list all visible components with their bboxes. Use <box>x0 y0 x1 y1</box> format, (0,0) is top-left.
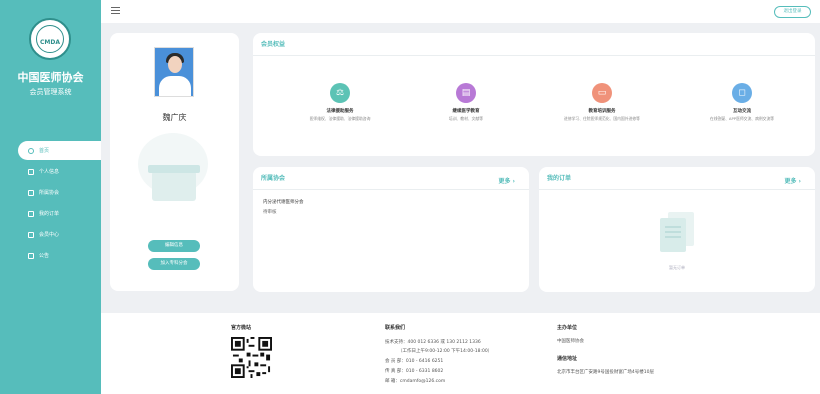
member-benefits-card: 会员权益 ⚖ 法律援助服务医师维权、法律援助、法律援助咨询 ▤ 继续医学教育 培训、教材… <box>253 33 815 156</box>
association-status: 待审核 <box>263 210 277 215</box>
benefit-description: 医师维权、法律援助、法律援助咨询 <box>309 116 371 121</box>
orders-title: 我的订单 <box>547 175 572 182</box>
association-more-link[interactable]: 更多 › <box>498 176 515 185</box>
empty-box-illustration <box>138 131 210 253</box>
host-value: 中国医师协会 <box>557 339 584 344</box>
sidebar-item-profile[interactable]: 个人信息 <box>18 162 101 181</box>
order-icon <box>28 210 34 217</box>
contact-tech-support: 技术支持：400 012 6336 或 130 2112 1336 <box>385 340 481 345</box>
topbar: 退出登录 <box>101 0 820 23</box>
sidebar-item-notice[interactable]: 公告 <box>18 246 101 265</box>
association-card: 所属协会 更多 › 内分泌代谢医师分会 待审核 <box>253 167 529 292</box>
benefit-description: 在线答疑、APP医师交流、病例交流等 <box>709 116 775 121</box>
divider <box>253 55 815 56</box>
association-title: 所属协会 <box>261 175 286 182</box>
no-orders-text: 暂无订单 <box>669 265 685 270</box>
member-icon <box>28 231 34 238</box>
benefit-title: 法律援助服务 <box>326 109 354 114</box>
address-value: 北京市丰台区广安路9号国投财富广场4号楼10层 <box>557 370 654 375</box>
orders-card: 我的订单 更多 › 暂无订单 <box>539 167 815 292</box>
scale-icon: ⚖ <box>330 83 350 103</box>
benefit-item[interactable]: ◻ 互动交流在线答疑、APP医师交流、病例交流等 <box>697 83 787 122</box>
divider <box>253 189 529 190</box>
sidebar-item-association[interactable]: 所属协会 <box>18 183 101 202</box>
address-title: 通信地址 <box>557 356 578 362</box>
cmda-logo: CMDA <box>29 18 71 60</box>
avatar <box>154 47 194 97</box>
edit-info-button[interactable]: 编辑信息 <box>148 240 200 252</box>
benefit-title: 继续医学教育 <box>452 109 480 114</box>
benefit-title: 教育培训服务 <box>588 109 616 114</box>
benefit-item[interactable]: ⚖ 法律援助服务医师维权、法律援助、法律援助咨询 <box>295 83 385 122</box>
chat-icon: ◻ <box>732 83 752 103</box>
org-name: 中国医师协会 <box>17 71 84 84</box>
sidebar-item-orders[interactable]: 我的订单 <box>18 204 101 223</box>
sidebar: CMDA 中国医师协会 会员管理系统 首页 个人信息 所属协会 我的订单 会员中… <box>0 0 101 394</box>
contact-hours: （工作日上午9:00-12:00 下午14:00-18:00） <box>398 349 493 354</box>
host-title: 主办单位 <box>557 325 578 331</box>
benefit-item[interactable]: ▭ 教育培训服务进修学习、住院医师规范化、国内国外进修等 <box>557 83 647 122</box>
join-branch-button[interactable]: 加入专科分会 <box>148 258 200 270</box>
divider <box>539 189 815 190</box>
benefits-title: 会员权益 <box>261 41 286 48</box>
contact-title: 联系我们 <box>385 325 406 331</box>
orders-more-link[interactable]: 更多 › <box>784 176 801 185</box>
footer: 官方微站 联系我们 技术支持：400 012 6336 或 130 2112 1… <box>101 313 820 394</box>
logout-button[interactable]: 退出登录 <box>774 6 811 18</box>
website-title: 官方微站 <box>231 325 252 331</box>
profile-card: 魏广庆 暂无所属协会 编辑信息 加入专科分会 <box>110 33 239 291</box>
contact-fax: 传 真 部：010 - 6331 8602 <box>385 369 444 374</box>
person-icon <box>28 168 34 175</box>
book-icon: ▤ <box>456 83 476 103</box>
qr-code-icon <box>231 337 272 378</box>
contact-email[interactable]: 邮 箱：cmdamfo@126.com <box>385 378 445 384</box>
user-name: 魏广庆 <box>162 113 187 122</box>
sidebar-item-home[interactable]: 首页 <box>18 141 101 160</box>
benefit-title: 互动交流 <box>733 109 751 114</box>
contact-member-dept: 会 员 部：010 - 6416 6251 <box>385 359 444 364</box>
menu-toggle-icon[interactable] <box>111 7 120 15</box>
benefit-description: 培训、教材、文献等 <box>448 116 484 121</box>
association-name[interactable]: 内分泌代谢医师分会 <box>263 199 304 205</box>
benefit-description: 进修学习、住院医师规范化、国内国外进修等 <box>564 116 640 121</box>
empty-document-illustration <box>656 210 698 256</box>
building-icon <box>28 189 34 196</box>
training-icon: ▭ <box>592 83 612 103</box>
sidebar-item-member-center[interactable]: 会员中心 <box>18 225 101 244</box>
org-subtitle: 会员管理系统 <box>29 88 72 96</box>
benefit-item[interactable]: ▤ 继续医学教育 培训、教材、文献等 <box>421 83 511 122</box>
sidebar-nav: 首页 个人信息 所属协会 我的订单 会员中心 公告 <box>18 141 101 267</box>
megaphone-icon <box>28 252 34 259</box>
home-icon <box>28 147 34 154</box>
